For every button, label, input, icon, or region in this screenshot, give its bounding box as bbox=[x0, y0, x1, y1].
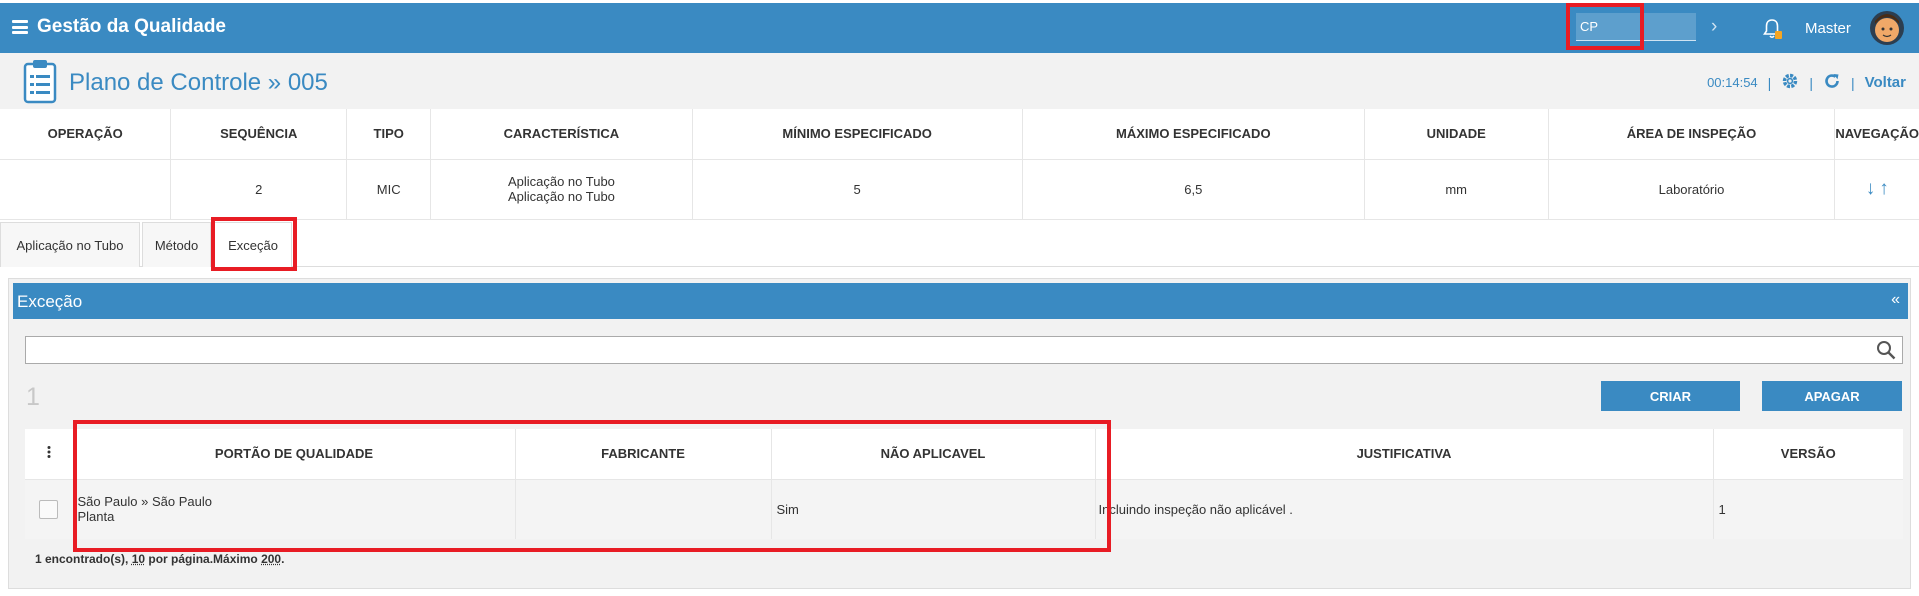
col-tipo: TIPO bbox=[346, 109, 432, 160]
cell-tipo: MIC bbox=[346, 159, 432, 220]
cell-justificativa: Incluindo inspeção não aplicável . bbox=[1095, 479, 1714, 539]
clipboard-icon bbox=[22, 58, 58, 109]
caracteristica-line: Aplicação no Tubo bbox=[507, 189, 615, 204]
panel-title: Exceção bbox=[17, 292, 83, 311]
tab-excecao[interactable]: Exceção bbox=[214, 222, 292, 268]
cell-operacao bbox=[0, 159, 172, 220]
separator: | bbox=[1809, 74, 1813, 91]
col-versao: VERSÃO bbox=[1713, 429, 1903, 480]
row-checkbox-cell bbox=[25, 479, 74, 539]
portao-line: Planta bbox=[77, 509, 115, 525]
cell-nao-aplicavel: Sim bbox=[771, 479, 1096, 539]
search-input[interactable] bbox=[25, 336, 1903, 364]
avatar[interactable] bbox=[1869, 10, 1905, 46]
session-timer: 00:14:54 bbox=[1707, 75, 1758, 90]
top-bar: Gestão da Qualidade › Master bbox=[0, 3, 1919, 53]
create-button[interactable]: CRIAR bbox=[1601, 381, 1740, 411]
gear-icon[interactable] bbox=[1781, 72, 1799, 93]
pagination-prefix: 1 encontrado(s), bbox=[35, 552, 132, 566]
col-fabricante: FABRICANTE bbox=[515, 429, 772, 480]
cell-minimo: 5 bbox=[692, 159, 1023, 220]
kebab-icon[interactable] bbox=[25, 429, 74, 480]
col-area: ÁREA DE INSPEÇÃO bbox=[1548, 109, 1836, 160]
collapse-icon[interactable]: « bbox=[1891, 291, 1900, 309]
cell-maximo: 6,5 bbox=[1022, 159, 1365, 220]
col-unidade: UNIDADE bbox=[1364, 109, 1549, 160]
refresh-icon[interactable] bbox=[1823, 72, 1841, 93]
spec-row: 2 MIC Aplicação no Tubo Aplicação no Tub… bbox=[0, 159, 1919, 220]
tab-bar: Aplicação no Tubo Método Exceção bbox=[0, 219, 1919, 268]
table-row[interactable]: São Paulo » São Paulo Planta Sim Incluin… bbox=[25, 479, 1903, 539]
separator: | bbox=[1850, 74, 1855, 91]
cell-portao: São Paulo » São Paulo Planta bbox=[73, 479, 516, 539]
col-portao: PORTÃO DE QUALIDADE bbox=[73, 429, 516, 480]
page-title: Plano de Controle » 005 bbox=[69, 69, 328, 96]
cell-navegacao: ↓ ↑ bbox=[1834, 159, 1919, 220]
page-header: Plano de Controle » 005 00:14:54 | | | V… bbox=[0, 53, 1919, 109]
cell-area: Laboratório bbox=[1548, 159, 1836, 220]
separator: | bbox=[1767, 74, 1772, 91]
user-name[interactable]: Master bbox=[1805, 20, 1851, 37]
cell-unidade: mm bbox=[1364, 159, 1549, 220]
tab-aplicacao[interactable]: Aplicação no Tubo bbox=[0, 222, 140, 267]
menu-icon[interactable] bbox=[12, 20, 28, 34]
spec-header-row: OPERAÇÃO SEQUÊNCIA TIPO CARACTERÍSTICA M… bbox=[0, 109, 1919, 160]
portao-line: São Paulo » São Paulo bbox=[77, 494, 212, 510]
cell-sequencia: 2 bbox=[170, 159, 348, 220]
cell-caracteristica: Aplicação no Tubo Aplicação no Tubo bbox=[430, 159, 693, 220]
tab-metodo[interactable]: Método bbox=[142, 222, 211, 267]
pagination-suffix: . bbox=[281, 552, 285, 566]
page-tools: 00:14:54 | | | Voltar bbox=[1707, 72, 1906, 93]
col-nao-aplicavel: NÃO APLICAVEL bbox=[771, 429, 1096, 480]
per-page-link[interactable]: 10 bbox=[132, 552, 145, 566]
col-sequencia: SEQUÊNCIA bbox=[170, 109, 348, 160]
search-icon[interactable] bbox=[1876, 340, 1896, 365]
col-navegacao: NAVEGAÇÃO bbox=[1834, 109, 1919, 160]
panel-header: Exceção « bbox=[13, 283, 1908, 319]
cp-input[interactable] bbox=[1576, 13, 1696, 41]
max-link[interactable]: 200 bbox=[261, 552, 281, 566]
cell-fabricante bbox=[515, 479, 772, 539]
arrow-up-icon[interactable]: ↑ bbox=[1879, 178, 1889, 199]
col-justificativa: JUSTIFICATIVA bbox=[1095, 429, 1714, 480]
back-link[interactable]: Voltar bbox=[1865, 74, 1906, 91]
chevron-right-icon[interactable]: › bbox=[1711, 16, 1717, 38]
arrow-down-icon[interactable]: ↓ bbox=[1866, 178, 1876, 199]
row-checkbox[interactable] bbox=[39, 499, 59, 519]
pagination-mid: por página.Máximo bbox=[145, 552, 262, 566]
app-title: Gestão da Qualidade bbox=[37, 16, 226, 37]
col-caracteristica: CARACTERÍSTICA bbox=[430, 109, 693, 160]
col-minimo: MÍNIMO ESPECIFICADO bbox=[692, 109, 1023, 160]
col-maximo: MÁXIMO ESPECIFICADO bbox=[1022, 109, 1365, 160]
cell-versao: 1 bbox=[1713, 479, 1903, 539]
pagination-info: 1 encontrado(s), 10 por página.Máximo 20… bbox=[35, 552, 284, 566]
col-operacao: OPERAÇÃO bbox=[0, 109, 172, 160]
excecao-panel: Exceção « 1 CRIAR APAGAR PORTÃO DE QUALI… bbox=[8, 278, 1911, 589]
delete-button[interactable]: APAGAR bbox=[1762, 381, 1902, 411]
caracteristica-line: Aplicação no Tubo bbox=[507, 174, 615, 189]
exception-table: PORTÃO DE QUALIDADE FABRICANTE NÃO APLIC… bbox=[25, 429, 1903, 539]
spec-table: OPERAÇÃO SEQUÊNCIA TIPO CARACTERÍSTICA M… bbox=[0, 109, 1919, 220]
record-count: 1 bbox=[26, 383, 40, 411]
exception-header-row: PORTÃO DE QUALIDADE FABRICANTE NÃO APLIC… bbox=[25, 429, 1903, 480]
bell-icon[interactable] bbox=[1762, 17, 1784, 46]
